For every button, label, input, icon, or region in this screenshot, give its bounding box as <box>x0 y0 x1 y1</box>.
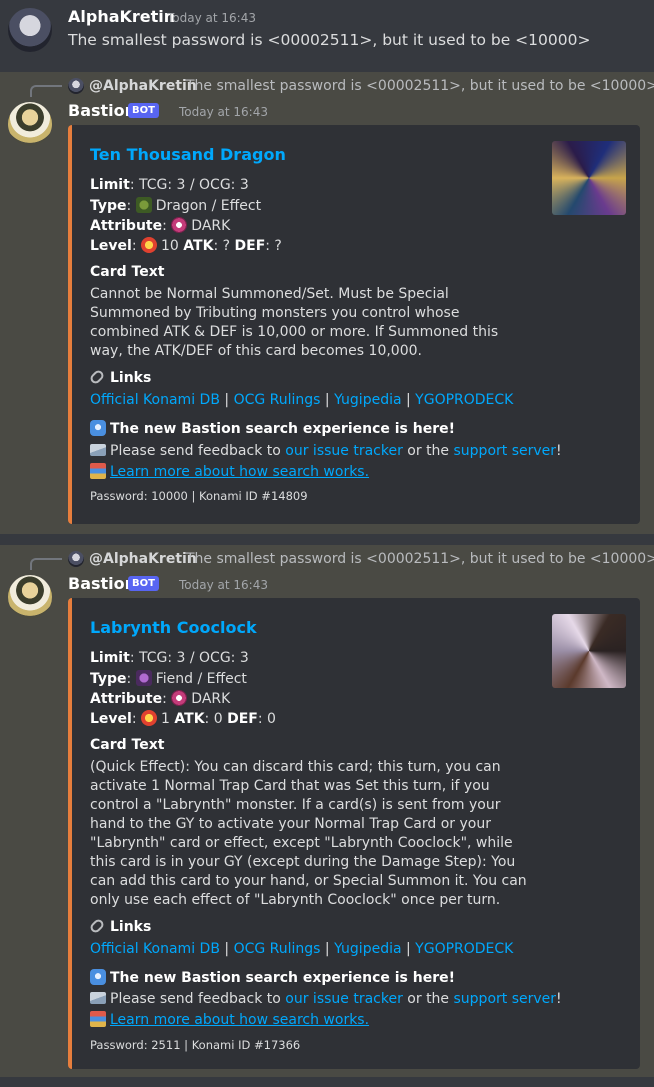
level-field: Level: 1 ATK: 0 DEF: 0 <box>90 710 276 727</box>
fiend-type-icon <box>135 670 152 686</box>
learn-more-line: Learn more about how search works. <box>90 463 369 480</box>
learn-more-line: Learn more about how search works. <box>90 1011 369 1028</box>
type-field: Type: Dragon / Effect <box>90 197 262 214</box>
books-icon <box>90 463 106 479</box>
card-text: (Quick Effect): You can discard this car… <box>90 759 527 908</box>
message-timestamp: Today at 16:43 <box>179 578 268 592</box>
reply-username[interactable]: @AlphaKretin <box>89 551 197 567</box>
limit-field: Limit: TCG: 3 / OCG: 3 <box>90 650 249 666</box>
link-icon <box>88 368 106 386</box>
learn-more-link[interactable]: Learn more about how search works. <box>110 464 369 480</box>
card-title[interactable]: Labrynth Cooclock <box>90 618 257 637</box>
links-row: Official Konami DB | OCG Rulings | Yugip… <box>90 941 514 957</box>
ygoprodeck-link[interactable]: YGOPRODECK <box>415 392 513 408</box>
robot-icon <box>90 969 106 985</box>
card-embed: Labrynth Cooclock Limit: TCG: 3 / OCG: 3… <box>68 598 640 1069</box>
reply-connector <box>30 85 62 97</box>
bot-message: @AlphaKretin The smallest password is <0… <box>0 545 654 1077</box>
reply-avatar[interactable] <box>68 551 84 567</box>
attribute-field: Attribute: DARK <box>90 690 231 707</box>
announcement-heading: The new Bastion search experience is her… <box>90 420 455 437</box>
type-field: Type: Fiend / Effect <box>90 670 247 687</box>
card-text: Cannot be Normal Summoned/Set. Must be S… <box>90 286 499 359</box>
official-konami-db-link[interactable]: Official Konami DB <box>90 941 220 957</box>
bot-username[interactable]: Bastion <box>68 101 136 120</box>
ocg-rulings-link[interactable]: OCG Rulings <box>234 941 321 957</box>
support-server-link[interactable]: support server <box>454 443 557 459</box>
reply-avatar[interactable] <box>68 78 84 94</box>
card-footer: Password: 10000 | Konami ID #14809 <box>90 489 308 503</box>
card-title[interactable]: Ten Thousand Dragon <box>90 145 286 164</box>
level-star-icon <box>141 237 158 253</box>
message-timestamp: Today at 16:43 <box>179 105 268 119</box>
dark-attribute-icon <box>171 690 188 706</box>
bot-badge: BOT <box>128 103 159 118</box>
feedback-line: Please send feedback to our issue tracke… <box>90 991 562 1007</box>
username[interactable]: AlphaKretin <box>68 7 175 26</box>
limit-field: Limit: TCG: 3 / OCG: 3 <box>90 177 249 193</box>
issue-tracker-link[interactable]: our issue tracker <box>285 991 403 1007</box>
user-avatar[interactable] <box>8 8 52 52</box>
bot-username[interactable]: Bastion <box>68 574 136 593</box>
link-icon <box>88 917 106 935</box>
yugipedia-link[interactable]: Yugipedia <box>334 392 401 408</box>
support-server-link[interactable]: support server <box>454 991 557 1007</box>
books-icon <box>90 1011 106 1027</box>
card-thumbnail[interactable] <box>552 141 626 215</box>
card-text-heading: Card Text <box>90 264 165 280</box>
bot-avatar[interactable] <box>8 102 52 146</box>
reply-username[interactable]: @AlphaKretin <box>89 78 197 94</box>
envelope-icon <box>90 444 106 456</box>
attribute-field: Attribute: DARK <box>90 217 231 234</box>
links-heading: Links <box>88 368 151 386</box>
reply-preview[interactable]: The smallest password is <00002511>, but… <box>186 78 654 94</box>
issue-tracker-link[interactable]: our issue tracker <box>285 443 403 459</box>
message-content: The smallest password is <00002511>, but… <box>68 31 591 49</box>
announcement-heading: The new Bastion search experience is her… <box>90 969 455 986</box>
bot-badge: BOT <box>128 576 159 591</box>
card-text-heading: Card Text <box>90 737 165 753</box>
links-row: Official Konami DB | OCG Rulings | Yugip… <box>90 392 514 408</box>
card-thumbnail[interactable] <box>552 614 626 688</box>
message-timestamp: Today at 16:43 <box>167 11 256 25</box>
card-footer: Password: 2511 | Konami ID #17366 <box>90 1038 301 1052</box>
bot-message: @AlphaKretin The smallest password is <0… <box>0 72 654 534</box>
feedback-line: Please send feedback to our issue tracke… <box>90 443 562 459</box>
level-star-icon <box>141 710 158 726</box>
dark-attribute-icon <box>171 217 188 233</box>
yugipedia-link[interactable]: Yugipedia <box>334 941 401 957</box>
bot-avatar[interactable] <box>8 575 52 619</box>
ocg-rulings-link[interactable]: OCG Rulings <box>234 392 321 408</box>
level-field: Level: 10 ATK: ? DEF: ? <box>90 237 282 254</box>
dragon-type-icon <box>135 197 152 213</box>
card-embed: Ten Thousand Dragon Limit: TCG: 3 / OCG:… <box>68 125 640 524</box>
robot-icon <box>90 420 106 436</box>
reply-preview[interactable]: The smallest password is <00002511>, but… <box>186 551 654 567</box>
links-heading: Links <box>88 917 151 935</box>
ygoprodeck-link[interactable]: YGOPRODECK <box>415 941 513 957</box>
reply-connector <box>30 558 62 570</box>
learn-more-link[interactable]: Learn more about how search works. <box>110 1012 369 1028</box>
user-message: AlphaKretin Today at 16:43 The smallest … <box>0 0 654 62</box>
official-konami-db-link[interactable]: Official Konami DB <box>90 392 220 408</box>
envelope-icon <box>90 992 106 1004</box>
